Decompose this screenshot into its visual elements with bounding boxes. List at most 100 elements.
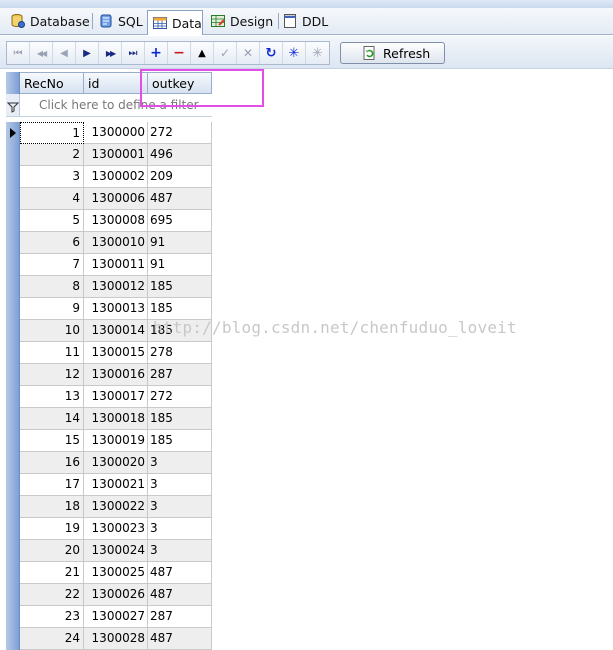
tab-database[interactable]: Database — [6, 10, 93, 32]
prior-record-button[interactable]: ◀ — [53, 42, 76, 64]
cell-outkey[interactable]: 287 — [148, 606, 212, 628]
table-row[interactable]: 24 1300028 487 — [6, 628, 212, 650]
cell-recno[interactable]: 7 — [20, 254, 84, 276]
cell-id[interactable]: 1300027 — [84, 606, 148, 628]
cell-outkey[interactable]: 272 — [148, 122, 212, 144]
row-indicator[interactable] — [6, 342, 20, 364]
row-indicator[interactable] — [6, 210, 20, 232]
cell-recno[interactable]: 24 — [20, 628, 84, 650]
cell-outkey[interactable]: 3 — [148, 518, 212, 540]
cell-id[interactable]: 1300010 — [84, 232, 148, 254]
refresh-record-button[interactable]: ↻ — [260, 42, 283, 64]
row-indicator[interactable] — [6, 276, 20, 298]
cell-recno[interactable]: 13 — [20, 386, 84, 408]
cell-outkey[interactable]: 487 — [148, 628, 212, 650]
row-indicator[interactable] — [6, 452, 20, 474]
table-row[interactable]: 19 1300023 3 — [6, 518, 212, 540]
cell-recno[interactable]: 2 — [20, 144, 84, 166]
row-indicator[interactable] — [6, 320, 20, 342]
table-row[interactable]: 5 1300008 695 — [6, 210, 212, 232]
refresh-button[interactable]: Refresh — [340, 42, 445, 64]
insert-record-button[interactable]: + — [145, 42, 168, 64]
cell-id[interactable]: 1300001 — [84, 144, 148, 166]
cell-recno[interactable]: 9 — [20, 298, 84, 320]
current-row-indicator[interactable] — [6, 122, 20, 144]
cell-id[interactable]: 1300026 — [84, 584, 148, 606]
table-row[interactable]: 3 1300002 209 — [6, 166, 212, 188]
cell-id[interactable]: 1300017 — [84, 386, 148, 408]
cell-id[interactable]: 1300025 — [84, 562, 148, 584]
cancel-edit-button[interactable]: ✕ — [237, 42, 260, 64]
table-row[interactable]: 6 1300010 91 — [6, 232, 212, 254]
cell-id[interactable]: 1300024 — [84, 540, 148, 562]
cell-id[interactable]: 1300000 — [84, 122, 148, 144]
table-row[interactable]: 17 1300021 3 — [6, 474, 212, 496]
row-indicator[interactable] — [6, 298, 20, 320]
row-indicator[interactable] — [6, 430, 20, 452]
cell-id[interactable]: 1300002 — [84, 166, 148, 188]
next-record-button[interactable]: ▶ — [76, 42, 99, 64]
cell-id[interactable]: 1300020 — [84, 452, 148, 474]
row-indicator[interactable] — [6, 562, 20, 584]
tab-design[interactable]: Design — [206, 10, 279, 32]
row-indicator[interactable] — [6, 166, 20, 188]
cell-id[interactable]: 1300008 — [84, 210, 148, 232]
cell-id[interactable]: 1300022 — [84, 496, 148, 518]
cell-id[interactable]: 1300028 — [84, 628, 148, 650]
table-row[interactable]: 11 1300015 278 — [6, 342, 212, 364]
row-indicator[interactable] — [6, 474, 20, 496]
cell-id[interactable]: 1300018 — [84, 408, 148, 430]
cell-recno[interactable]: 15 — [20, 430, 84, 452]
cell-outkey[interactable]: 272 — [148, 386, 212, 408]
tab-sql[interactable]: SQL — [94, 10, 149, 32]
tab-ddl[interactable]: DDL — [278, 10, 330, 32]
cell-outkey[interactable]: 3 — [148, 496, 212, 518]
row-indicator[interactable] — [6, 232, 20, 254]
cell-recno[interactable]: 17 — [20, 474, 84, 496]
edit-record-button[interactable]: ▲ — [191, 42, 214, 64]
cell-id[interactable]: 1300019 — [84, 430, 148, 452]
cell-id[interactable]: 1300015 — [84, 342, 148, 364]
cell-outkey[interactable]: 487 — [148, 584, 212, 606]
post-edit-button[interactable]: ✓ — [214, 42, 237, 64]
cell-recno[interactable]: 20 — [20, 540, 84, 562]
cell-recno[interactable]: 22 — [20, 584, 84, 606]
table-row[interactable]: 4 1300006 487 — [6, 188, 212, 210]
table-row[interactable]: 12 1300016 287 — [6, 364, 212, 386]
delete-record-button[interactable]: − — [168, 42, 191, 64]
table-row[interactable]: 14 1300018 185 — [6, 408, 212, 430]
cell-outkey[interactable]: 3 — [148, 540, 212, 562]
set-bookmark-button[interactable]: ✳ — [283, 42, 306, 64]
table-row[interactable]: 18 1300022 3 — [6, 496, 212, 518]
row-indicator[interactable] — [6, 540, 20, 562]
cell-outkey[interactable]: 185 — [148, 298, 212, 320]
cell-recno[interactable]: 5 — [20, 210, 84, 232]
prior-page-button[interactable]: ◀◀ — [30, 42, 53, 64]
cell-outkey[interactable]: 185 — [148, 408, 212, 430]
row-indicator[interactable] — [6, 188, 20, 210]
row-indicator[interactable] — [6, 518, 20, 540]
cell-outkey[interactable]: 3 — [148, 474, 212, 496]
cell-id[interactable]: 1300012 — [84, 276, 148, 298]
table-row[interactable]: 22 1300026 487 — [6, 584, 212, 606]
cell-outkey[interactable]: 91 — [148, 232, 212, 254]
table-row[interactable]: 23 1300027 287 — [6, 606, 212, 628]
cell-recno[interactable]: 23 — [20, 606, 84, 628]
cell-outkey[interactable]: 487 — [148, 188, 212, 210]
cell-recno[interactable]: 21 — [20, 562, 84, 584]
cell-id[interactable]: 1300021 — [84, 474, 148, 496]
cell-recno[interactable]: 19 — [20, 518, 84, 540]
next-page-button[interactable]: ▶▶ — [99, 42, 122, 64]
cell-id[interactable]: 1300011 — [84, 254, 148, 276]
cell-recno[interactable]: 18 — [20, 496, 84, 518]
table-row[interactable]: 16 1300020 3 — [6, 452, 212, 474]
cell-outkey[interactable]: 287 — [148, 364, 212, 386]
cell-recno[interactable]: 16 — [20, 452, 84, 474]
cell-id[interactable]: 1300006 — [84, 188, 148, 210]
cell-recno[interactable]: 14 — [20, 408, 84, 430]
row-indicator[interactable] — [6, 254, 20, 276]
cell-id[interactable]: 1300023 — [84, 518, 148, 540]
table-row[interactable]: 13 1300017 272 — [6, 386, 212, 408]
column-header-recno[interactable]: RecNo — [20, 72, 84, 94]
row-indicator[interactable] — [6, 408, 20, 430]
